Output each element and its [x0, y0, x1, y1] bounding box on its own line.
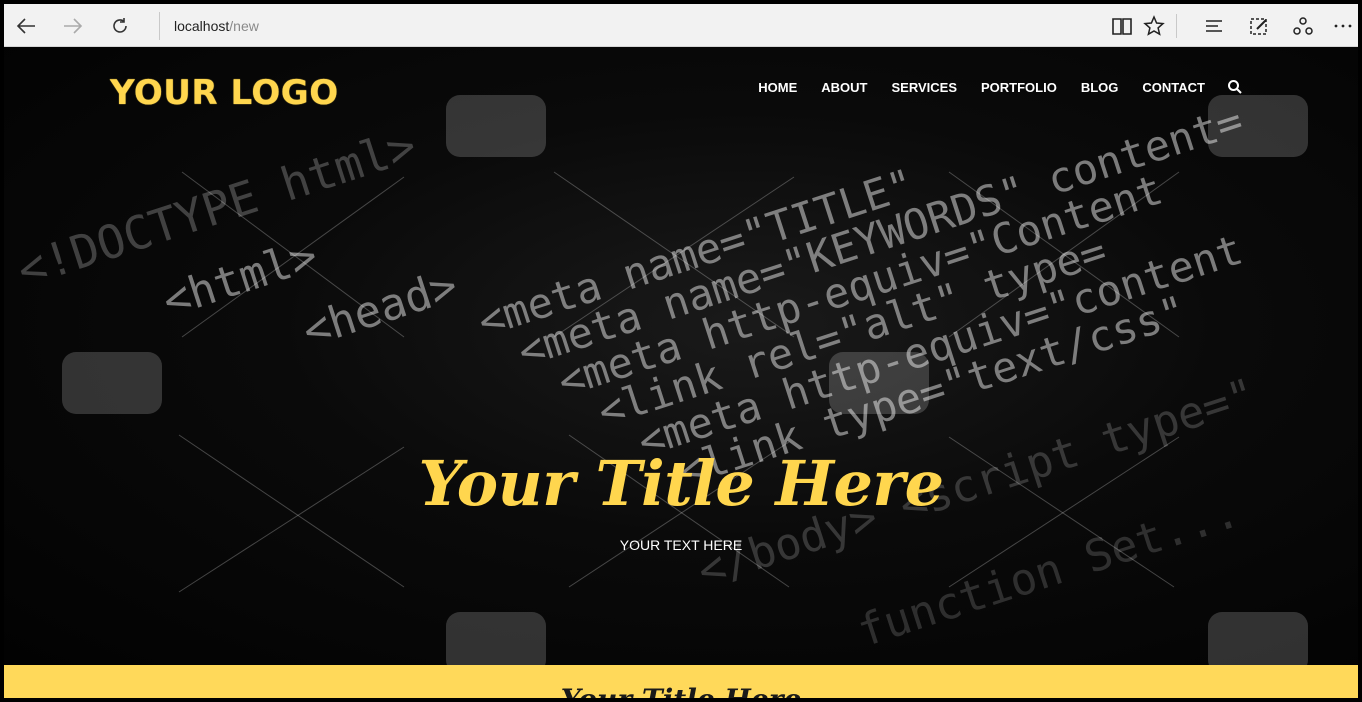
reading-view-button[interactable] — [1108, 12, 1136, 40]
hub-icon — [1206, 20, 1222, 32]
nav-contact[interactable]: CONTACT — [1142, 80, 1205, 95]
search-icon[interactable] — [1227, 79, 1243, 95]
nav-services[interactable]: SERVICES — [891, 80, 957, 95]
web-page: <!DOCTYPE html> <html> <head> <meta name… — [4, 47, 1358, 698]
nav-home[interactable]: HOME — [758, 80, 797, 95]
more-button[interactable] — [1329, 12, 1357, 40]
back-icon — [16, 18, 35, 34]
refresh-icon — [113, 18, 127, 33]
favorite-button[interactable] — [1140, 12, 1168, 40]
hero-section: <!DOCTYPE html> <html> <head> <meta name… — [4, 47, 1358, 665]
next-section: Your Title Here — [4, 665, 1358, 698]
nav-blog[interactable]: BLOG — [1081, 80, 1119, 95]
address-path: /new — [229, 18, 259, 34]
web-note-button[interactable] — [1245, 12, 1273, 40]
share-button[interactable] — [1289, 12, 1317, 40]
toolbar-divider — [1176, 14, 1177, 38]
hub-button[interactable] — [1200, 12, 1228, 40]
back-button[interactable] — [12, 12, 40, 40]
nav-about[interactable]: ABOUT — [821, 80, 867, 95]
main-navigation: HOME ABOUT SERVICES PORTFOLIO BLOG CONTA… — [734, 79, 1243, 95]
forward-icon — [64, 18, 83, 34]
web-note-icon — [1250, 18, 1267, 35]
reading-view-icon — [1112, 18, 1132, 35]
more-icon — [1334, 24, 1352, 28]
address-bar[interactable]: localhost/new — [159, 12, 259, 40]
section-title: Your Title Here — [4, 683, 1358, 698]
hero-subtitle: YOUR TEXT HERE — [619, 537, 743, 553]
forward-button[interactable] — [59, 12, 87, 40]
nav-portfolio[interactable]: PORTFOLIO — [981, 80, 1057, 95]
refresh-button[interactable] — [106, 12, 134, 40]
code-background-image: <!DOCTYPE html> <html> <head> <meta name… — [11, 95, 1308, 665]
favorite-star-icon — [1143, 15, 1165, 36]
site-logo[interactable]: YOUR LOGO — [110, 73, 339, 113]
hero-title: Your Title Here — [418, 447, 944, 520]
browser-toolbar: localhost/new — [4, 4, 1358, 47]
address-host: localhost — [174, 18, 230, 34]
share-icon — [1293, 17, 1313, 35]
